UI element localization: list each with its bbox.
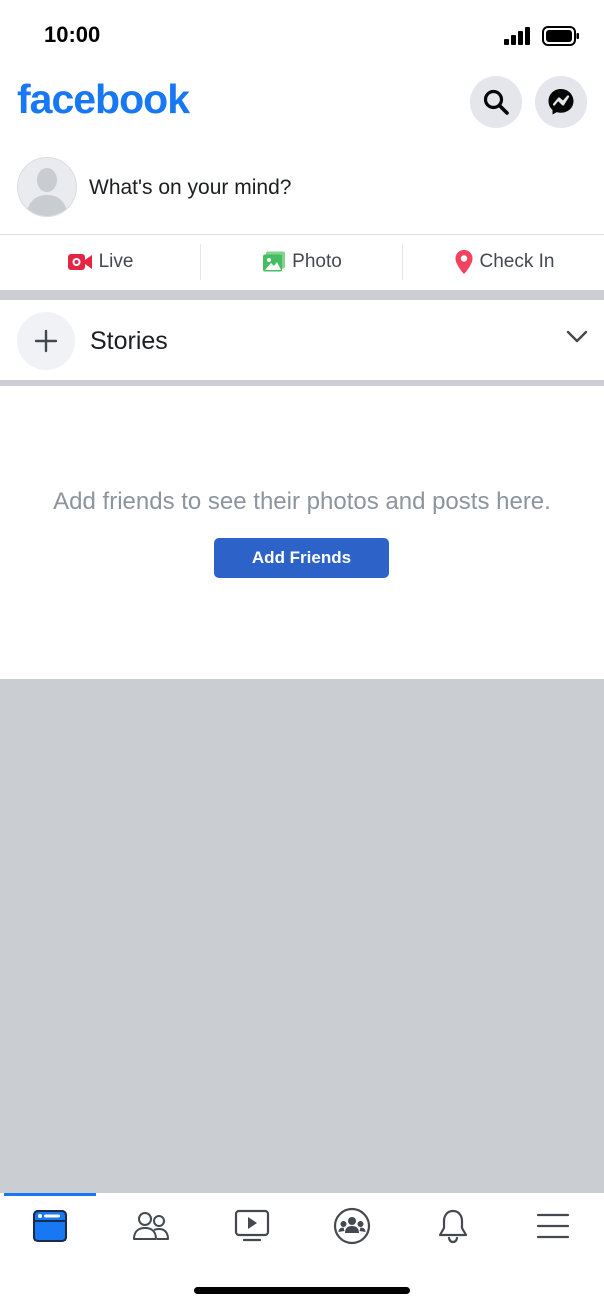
- status-time: 10:00: [44, 22, 101, 47]
- default-avatar-icon: [18, 158, 76, 216]
- bell-icon: [438, 1209, 468, 1244]
- section-divider: [0, 380, 604, 386]
- messenger-button[interactable]: [535, 76, 587, 128]
- tab-friends[interactable]: [101, 1201, 201, 1251]
- composer-input[interactable]: What's on your mind?: [89, 176, 291, 200]
- feed-placeholder: [0, 679, 604, 1193]
- tab-notifications[interactable]: [403, 1201, 503, 1251]
- stories-label: Stories: [90, 327, 168, 355]
- post-composer: What's on your mind?: [0, 150, 604, 235]
- battery-icon: [542, 26, 579, 46]
- check-in-label: Check In: [479, 251, 555, 272]
- search-button[interactable]: [470, 76, 522, 128]
- composer-actions: Live Photo Check In: [0, 235, 604, 289]
- friends-icon: [133, 1212, 169, 1240]
- tab-groups[interactable]: [302, 1201, 402, 1251]
- tab-watch[interactable]: [202, 1201, 302, 1251]
- add-friends-button[interactable]: Add Friends: [214, 538, 389, 578]
- empty-feed-message: Add friends to see their photos and post…: [53, 488, 551, 515]
- location-pin-icon: [455, 250, 472, 274]
- messenger-icon: [548, 89, 574, 115]
- check-in-button[interactable]: Check In: [404, 235, 604, 289]
- active-tab-indicator: [4, 1193, 96, 1196]
- status-bar: 10:00: [0, 0, 604, 70]
- stories-bar[interactable]: Stories: [0, 300, 604, 380]
- section-divider: [0, 290, 604, 300]
- photo-label: Photo: [292, 251, 342, 272]
- avatar[interactable]: [17, 157, 77, 217]
- live-video-icon: [67, 254, 92, 270]
- action-divider: [200, 244, 201, 280]
- bottom-tab-bar: [0, 1193, 604, 1307]
- menu-icon: [536, 1213, 570, 1239]
- signal-icon: [504, 27, 530, 45]
- tab-home[interactable]: [0, 1201, 100, 1251]
- plus-icon: [34, 329, 58, 353]
- chevron-down-icon[interactable]: [566, 330, 588, 344]
- photo-icon: [263, 251, 286, 272]
- app-header: facebook: [0, 70, 604, 136]
- home-indicator[interactable]: [194, 1287, 410, 1294]
- action-divider: [402, 244, 403, 280]
- tab-menu[interactable]: [503, 1201, 603, 1251]
- search-icon: [483, 89, 509, 115]
- live-label: Live: [98, 251, 134, 272]
- status-icons: [504, 26, 580, 46]
- groups-icon: [333, 1207, 371, 1245]
- home-feed-icon: [33, 1210, 67, 1242]
- live-button[interactable]: Live: [0, 235, 200, 289]
- watch-icon: [234, 1209, 270, 1242]
- facebook-logo[interactable]: facebook: [17, 76, 190, 123]
- add-story-button[interactable]: [17, 312, 75, 370]
- photo-button[interactable]: Photo: [202, 235, 402, 289]
